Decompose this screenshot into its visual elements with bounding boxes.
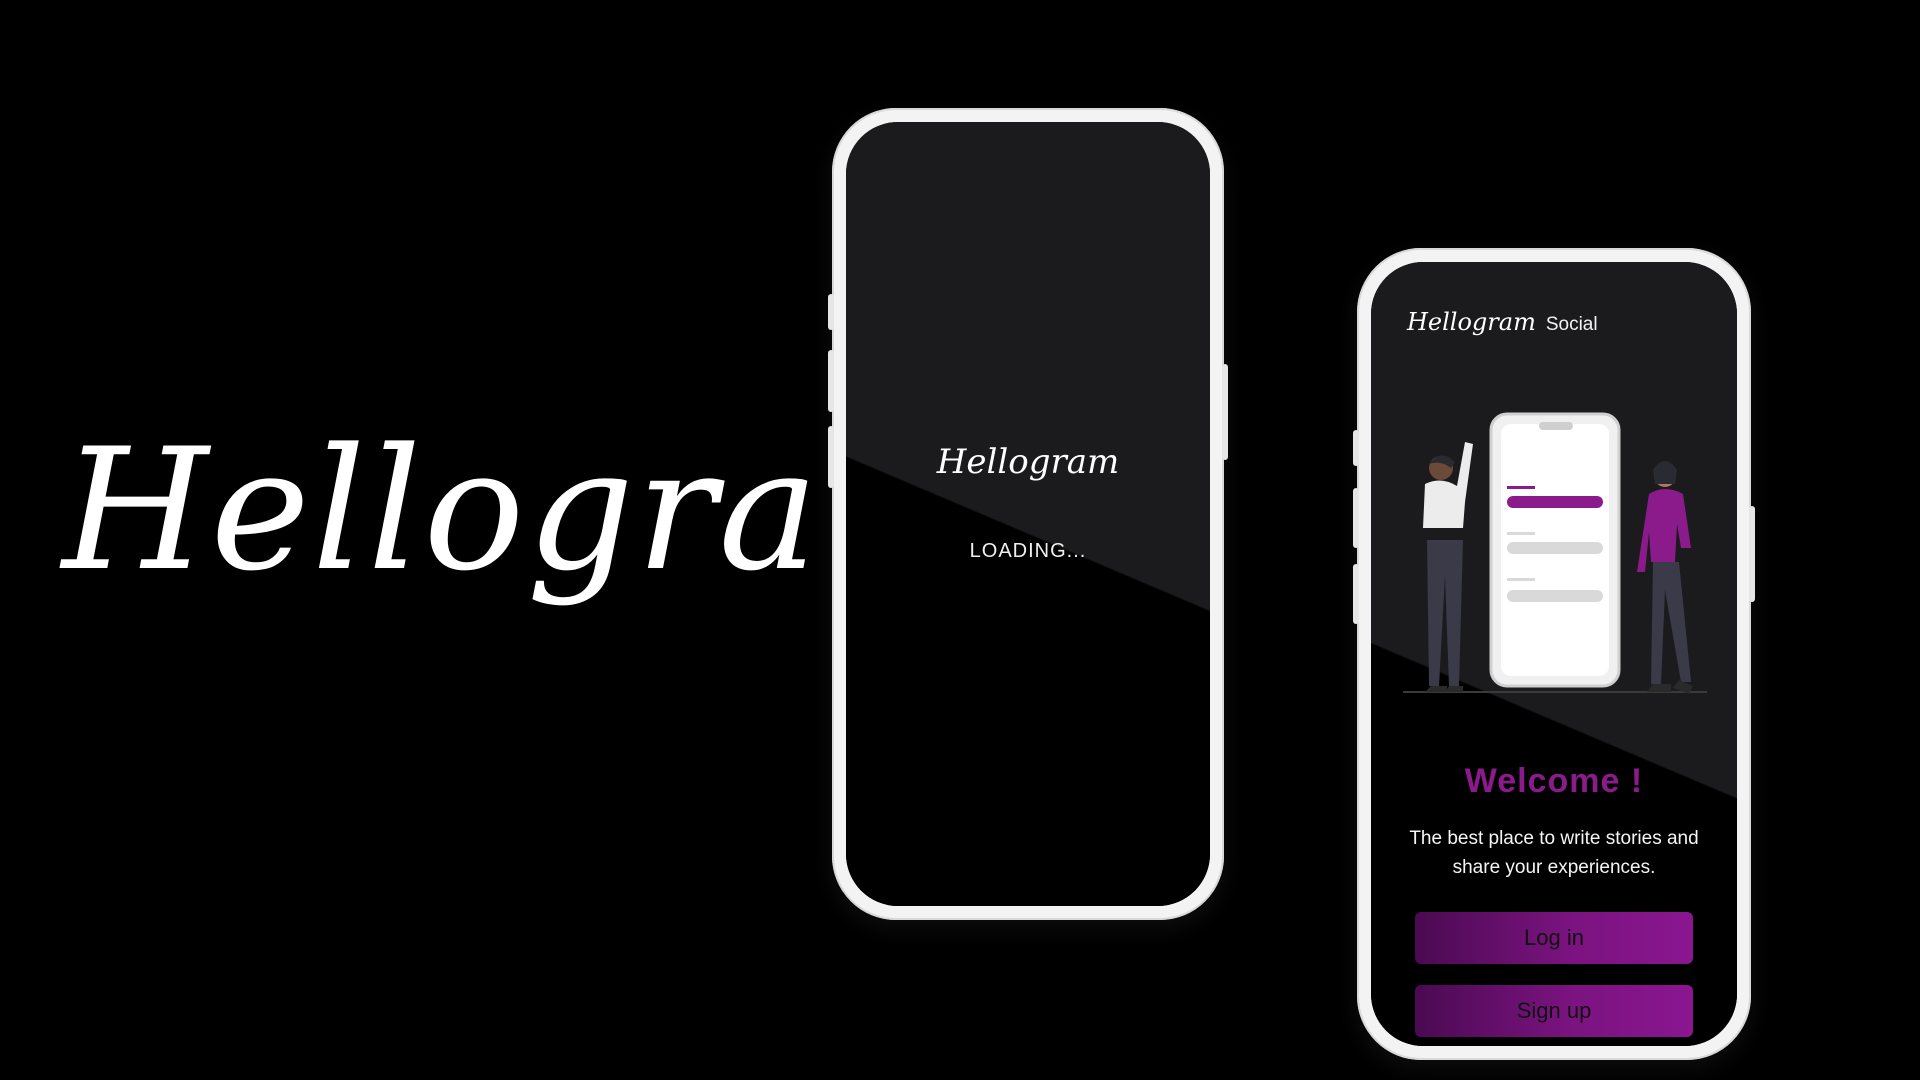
phone-mockup-welcome: Hellogram Social Welcome ! The best plac… (1353, 248, 1755, 1060)
loading-text: LOADING... (969, 540, 1087, 562)
phone-power-button (1222, 364, 1228, 460)
welcome-screen: Hellogram Social Welcome ! The best plac… (1371, 262, 1737, 1046)
phone-volume-up-button (1353, 488, 1359, 548)
phone-side-button (828, 294, 834, 330)
phone-volume-up-button (828, 350, 834, 412)
welcome-title: Welcome ! (1464, 762, 1644, 800)
header-logo: Hellogram (1407, 308, 1536, 336)
illustration-people-with-phone-icon (1403, 412, 1707, 694)
screen-sheen (846, 122, 1210, 906)
splash-logo: Hellogram (936, 442, 1120, 482)
login-button[interactable]: Log in (1415, 912, 1693, 964)
phone-mockup-splash: Hellogram LOADING... (828, 108, 1228, 920)
phone-volume-down-button (828, 426, 834, 488)
signup-button[interactable]: Sign up (1415, 985, 1693, 1037)
splash-screen: Hellogram LOADING... (846, 122, 1210, 906)
welcome-subtitle: The best place to write stories and shar… (1409, 828, 1699, 878)
phone-power-button (1749, 506, 1755, 602)
phone-side-button (1353, 430, 1359, 466)
header-tag: Social (1545, 314, 1598, 335)
phone-volume-down-button (1353, 564, 1359, 624)
brand-logo: Hellogram (62, 412, 982, 608)
app-header: Hellogram Social (1407, 308, 1598, 336)
